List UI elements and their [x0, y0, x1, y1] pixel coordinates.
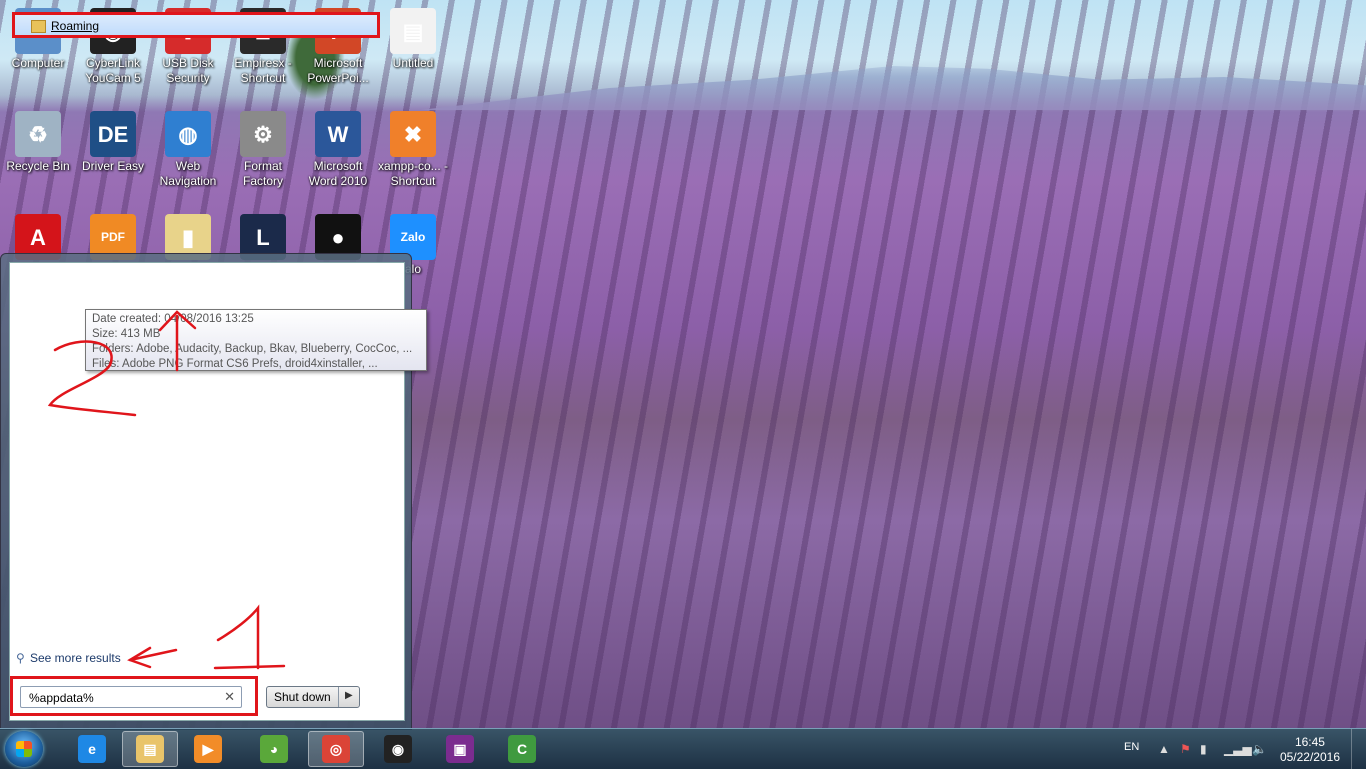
app-icon: ⚙ — [240, 111, 286, 157]
taskbar-button-media-player[interactable]: ▶ — [180, 731, 236, 767]
internet-explorer-icon: e — [78, 735, 106, 763]
desktop-icon[interactable]: W Microsoft Word 2010 — [300, 111, 376, 189]
taskbar-button-internet-explorer[interactable]: e — [64, 731, 120, 767]
folder-tooltip: Date created: 04/08/2016 13:25 Size: 413… — [85, 309, 427, 371]
volume-icon[interactable]: 🔈 — [1252, 742, 1267, 756]
desktop-icon-label: Web Navigation — [159, 159, 217, 188]
taskbar-button-video-app[interactable]: ▣ — [432, 731, 488, 767]
desktop-icon[interactable]: ♻ Recycle Bin — [0, 111, 76, 174]
start-search-box[interactable]: ✕ — [20, 686, 242, 708]
clock[interactable]: 16:45 05/22/2016 — [1280, 735, 1340, 765]
tooltip-folders: Folders: Adobe, Audacity, Backup, Bkav, … — [92, 343, 413, 355]
desktop-icon-label: Computer — [11, 56, 65, 70]
shutdown-label: Shut down — [274, 690, 331, 704]
start-button[interactable] — [5, 731, 43, 767]
shutdown-divider — [338, 687, 339, 707]
tooltip-date-created: Date created: 04/08/2016 13:25 — [92, 313, 254, 325]
search-icon: ⚲ — [16, 651, 25, 665]
youcam-icon: ◉ — [384, 735, 412, 763]
taskbar-button-camtasia[interactable]: C — [494, 731, 550, 767]
power-icon[interactable]: ▮ — [1200, 742, 1207, 756]
desktop-icon[interactable]: ▤ Untitled — [375, 8, 451, 71]
app-icon: ♻ — [15, 111, 61, 157]
tooltip-size: Size: 413 MB — [92, 328, 161, 340]
desktop-icon-label: Microsoft PowerPoi... — [307, 56, 369, 85]
shutdown-button[interactable]: Shut down ▶ — [266, 686, 360, 708]
desktop-icon-label: Format Factory — [242, 159, 283, 188]
taskbar-button-youcam[interactable]: ◉ — [370, 731, 426, 767]
search-result-label: Roaming — [51, 19, 100, 33]
action-center-icon[interactable]: ⚑ — [1180, 742, 1191, 756]
camtasia-icon: C — [508, 735, 536, 763]
desktop-icon-label: CyberLink YouCam 5 — [85, 56, 141, 85]
search-result-roaming[interactable]: Roaming — [12, 12, 380, 38]
taskbar-button-file-explorer[interactable]: ▤ — [122, 731, 178, 767]
coccoc-icon: ◕ — [260, 735, 288, 763]
windows-logo-icon — [16, 741, 32, 757]
desktop-icon-label: USB Disk Security — [162, 56, 214, 85]
show-hidden-icons-icon[interactable]: ▲ — [1158, 742, 1170, 756]
tooltip-files: Files: Adobe PNG Format CS6 Prefs, droid… — [92, 358, 378, 370]
clock-time: 16:45 — [1294, 735, 1325, 749]
clock-date: 05/22/2016 — [1279, 750, 1340, 764]
app-icon: DE — [90, 111, 136, 157]
desktop-icon-label: Driver Easy — [81, 159, 144, 173]
app-icon: W — [315, 111, 361, 157]
app-icon: ◍ — [165, 111, 211, 157]
network-icon[interactable]: ▁▃▅ — [1224, 742, 1252, 756]
see-more-results-link[interactable]: ⚲ See more results — [16, 651, 121, 665]
desktop-icon[interactable]: ✖ xampp-co... - Shortcut — [375, 111, 451, 189]
see-more-label: See more results — [30, 651, 121, 665]
app-icon: ▤ — [390, 8, 436, 54]
start-search-input[interactable] — [27, 688, 221, 708]
chrome-icon: ◎ — [322, 735, 350, 763]
desktop-icon[interactable]: ◍ Web Navigation — [150, 111, 226, 189]
folder-icon — [31, 20, 46, 33]
desktop-icon-label: xampp-co... - Shortcut — [377, 159, 449, 188]
desktop-icon-label: Untitled — [392, 56, 434, 70]
taskbar: e ▤ ▶ ◕ ◎ ◉ ▣ C EN ▲ ⚑ ▮ ▁▃▅ 🔈 16:45 05/22/2016 — [0, 728, 1366, 769]
file-explorer-icon: ▤ — [136, 735, 164, 763]
taskbar-button-coccoc[interactable]: ◕ — [246, 731, 302, 767]
language-indicator[interactable]: EN — [1124, 741, 1139, 753]
app-icon: ✖ — [390, 111, 436, 157]
show-desktop-button[interactable] — [1351, 729, 1366, 769]
desktop-icon[interactable]: ⚙ Format Factory — [225, 111, 301, 189]
clear-icon[interactable]: ✕ — [224, 689, 235, 705]
shutdown-options-arrow-icon[interactable]: ▶ — [345, 690, 353, 701]
desktop-icon[interactable]: DE Driver Easy — [75, 111, 151, 174]
desktop-icon-label: Microsoft Word 2010 — [308, 159, 368, 188]
media-player-icon: ▶ — [194, 735, 222, 763]
taskbar-button-chrome[interactable]: ◎ — [308, 731, 364, 767]
desktop-icon-label: Empiresx - Shortcut — [234, 56, 292, 85]
desktop-icon-label: Recycle Bin — [6, 159, 70, 173]
video-app-icon: ▣ — [446, 735, 474, 763]
